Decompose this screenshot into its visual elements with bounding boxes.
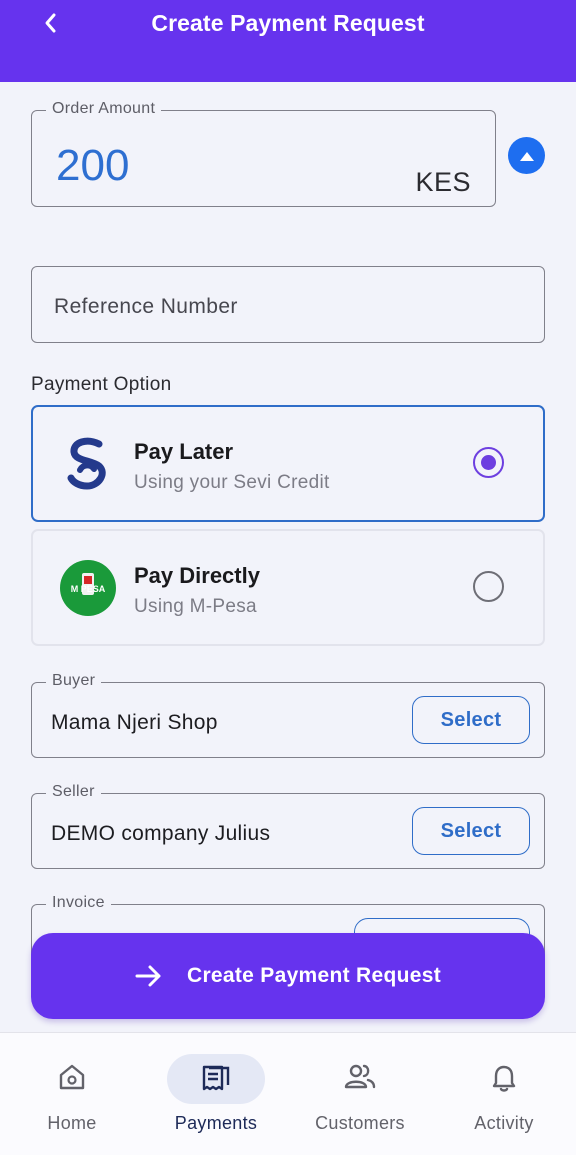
pay-directly-title: Pay Directly (134, 563, 260, 588)
svg-text:M PESA: M PESA (71, 584, 106, 594)
reference-number-placeholder: Reference Number (54, 295, 238, 318)
app-header: Create Payment Request (0, 0, 576, 82)
order-amount-value[interactable]: 200 (56, 141, 129, 191)
buyer-field: Buyer Mama Njeri Shop Select (31, 672, 545, 758)
nav-item-home[interactable]: Home (0, 1033, 144, 1155)
create-payment-request-button[interactable]: Create Payment Request (31, 933, 545, 1019)
mpesa-logo-icon: M PESA (59, 559, 117, 617)
bell-icon (432, 1061, 576, 1095)
seller-label: Seller (46, 783, 101, 801)
page-title: Create Payment Request (151, 10, 425, 36)
sevi-logo-icon (59, 435, 117, 493)
payment-option-heading: Payment Option (31, 374, 172, 395)
payment-option-pay-directly[interactable]: M PESA Pay Directly Using M-Pesa (31, 529, 545, 646)
nav-label-customers: Customers (315, 1113, 405, 1133)
order-amount-field[interactable]: Order Amount 200 KES (31, 100, 496, 207)
people-icon (288, 1061, 432, 1095)
home-icon (0, 1061, 144, 1095)
buyer-label: Buyer (46, 672, 102, 690)
seller-field: Seller DEMO company Julius Select (31, 783, 545, 869)
nav-item-activity[interactable]: Activity (432, 1033, 576, 1155)
currency-label: KES (415, 167, 471, 197)
reference-number-input[interactable]: Reference Number (31, 266, 545, 343)
pay-directly-subtitle: Using M-Pesa (134, 596, 257, 617)
invoice-label: Invoice (46, 894, 111, 912)
seller-value: DEMO company Julius (51, 822, 271, 845)
nav-item-payments[interactable]: Payments (144, 1033, 288, 1155)
arrow-right-icon (135, 964, 163, 988)
collapse-amount-button[interactable] (508, 137, 545, 174)
nav-label-home: Home (47, 1113, 97, 1133)
select-seller-button[interactable]: Select (412, 807, 530, 855)
receipt-icon (144, 1061, 288, 1095)
payment-option-pay-later[interactable]: Pay Later Using your Sevi Credit (31, 405, 545, 522)
nav-item-customers[interactable]: Customers (288, 1033, 432, 1155)
nav-label-payments: Payments (174, 1113, 258, 1133)
create-payment-request-label: Create Payment Request (186, 964, 442, 987)
pay-later-title: Pay Later (134, 439, 234, 464)
pay-later-subtitle: Using your Sevi Credit (134, 472, 330, 493)
order-amount-label: Order Amount (46, 100, 162, 118)
pay-later-radio[interactable] (473, 447, 504, 478)
caret-up-icon (519, 151, 534, 161)
pay-directly-radio[interactable] (473, 571, 504, 602)
bottom-navigation: Home Payments Customers Activity (0, 1032, 576, 1155)
nav-label-activity: Activity (474, 1113, 534, 1133)
buyer-value: Mama Njeri Shop (51, 711, 218, 734)
select-buyer-button[interactable]: Select (412, 696, 530, 744)
